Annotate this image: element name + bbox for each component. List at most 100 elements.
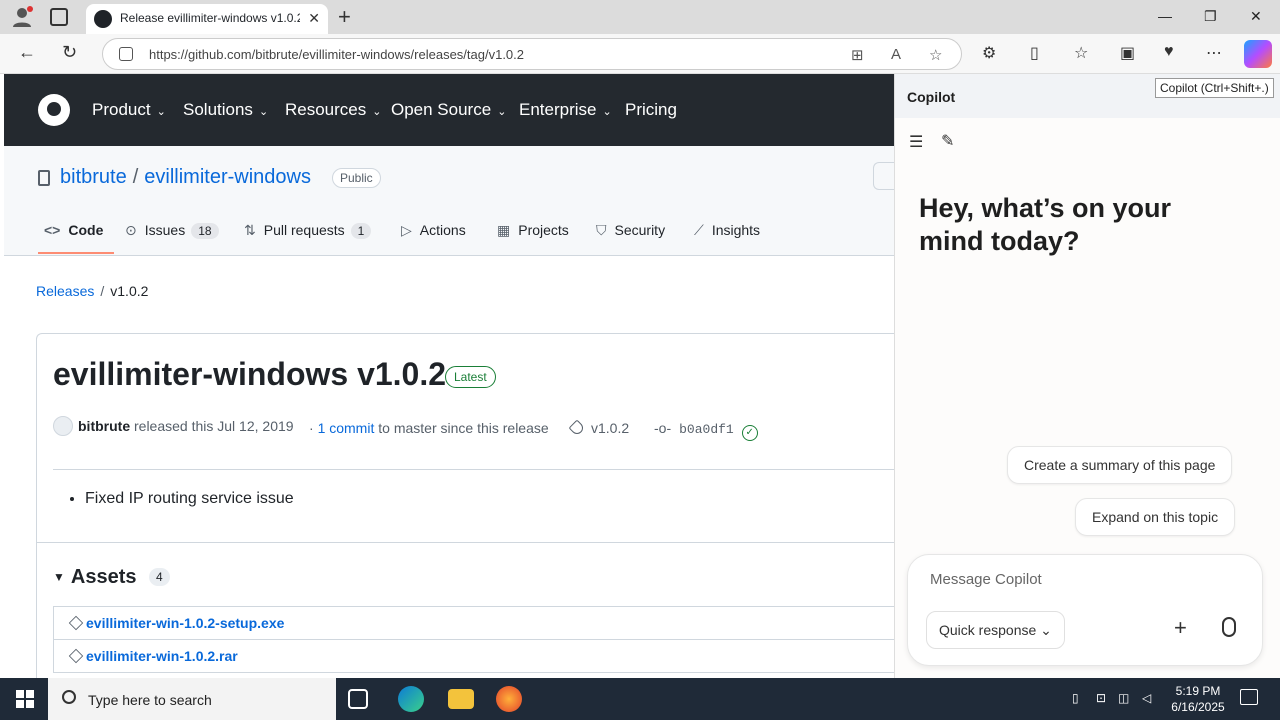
nav-product[interactable]: Product ⌄ <box>92 100 166 120</box>
chevron-down-icon: ⌄ <box>1040 622 1052 638</box>
breadcrumb-releases-link[interactable]: Releases <box>36 283 94 299</box>
commits-link[interactable]: 1 commit <box>318 420 375 436</box>
asset-link[interactable]: evillimiter-win-1.0.2.rar <box>86 648 238 664</box>
tab-code[interactable]: <> Code <box>44 222 103 238</box>
tab-pull-requests[interactable]: ⇅ Pull requests 1 <box>244 222 372 239</box>
active-tab-underline <box>38 252 114 254</box>
settings-more-icon[interactable]: ⋯ <box>1206 43 1222 63</box>
minimize-icon[interactable]: — <box>1158 8 1172 24</box>
repo-name-link[interactable]: evillimiter-windows <box>144 166 311 188</box>
back-icon[interactable]: ← <box>18 42 36 63</box>
tab-actions[interactable]: ▷ Actions <box>401 222 466 239</box>
suggestion-summary-button[interactable]: Create a summary of this page <box>1007 446 1233 484</box>
nav-pricing[interactable]: Pricing <box>625 100 677 120</box>
repo-header: bitbrute / evillimiter-windows Public <> Co… <box>4 146 897 256</box>
commits-meta: · 1 commit to master since this release <box>309 420 549 436</box>
refresh-icon[interactable]: ↻ <box>62 42 77 63</box>
breadcrumb-current: v1.0.2 <box>110 283 149 299</box>
repo-title: bitbrute / evillimiter-windows <box>60 166 311 188</box>
issues-count: 18 <box>191 223 219 239</box>
system-clock[interactable]: 5:19 PM 6/16/2025 <box>1168 683 1228 715</box>
taskbar-search-input[interactable]: Type here to search <box>88 692 212 708</box>
site-info-icon[interactable] <box>119 47 133 61</box>
package-icon <box>68 648 84 664</box>
nav-resources[interactable]: Resources ⌄ <box>285 100 381 120</box>
tab-issues[interactable]: ⊙ Issues 18 <box>125 222 219 239</box>
app-available-icon[interactable]: ⊞ <box>851 46 864 64</box>
assets-count: 4 <box>149 568 170 586</box>
nav-open-source[interactable]: Open Source ⌄ <box>391 100 506 120</box>
file-explorer-icon[interactable] <box>448 689 474 709</box>
windows-start-icon[interactable] <box>16 690 34 708</box>
assets-toggle[interactable]: ▼ Assets <box>53 566 137 589</box>
asset-row[interactable]: evillimiter-win-1.0.2-setup.exe <box>53 607 895 640</box>
firefox-icon[interactable] <box>496 686 522 712</box>
battery-icon[interactable]: ▯ <box>1072 691 1079 705</box>
shield-icon: ⛉ <box>596 222 607 238</box>
divider <box>37 542 895 543</box>
release-meta: bitbrute released this Jul 12, 2019 <box>78 418 294 434</box>
copilot-title: Copilot <box>907 89 956 105</box>
extensions-icon[interactable]: ⚙ <box>982 43 996 63</box>
avatar[interactable] <box>53 416 73 436</box>
message-input[interactable]: Message Copilot <box>930 571 1042 588</box>
copilot-message-box[interactable]: Message Copilot Quick response ⌄ + <box>907 554 1263 666</box>
restore-icon[interactable]: ❐ <box>1204 8 1217 25</box>
suggestion-expand-button[interactable]: Expand on this topic <box>1075 498 1236 536</box>
copilot-body: ☰ ✎ Hey, what’s on your mind today? Crea… <box>895 118 1280 678</box>
split-screen-icon[interactable]: ▯ <box>1030 43 1039 63</box>
microphone-icon[interactable] <box>1222 617 1236 637</box>
address-bar[interactable]: https://github.com/bitbrute/evillimiter-… <box>102 38 962 70</box>
nav-solutions[interactable]: Solutions ⌄ <box>183 100 268 120</box>
table-icon: ▦ <box>497 222 511 238</box>
close-tab-icon[interactable]: ✕ <box>308 10 320 27</box>
repo-owner-link[interactable]: bitbrute <box>60 166 127 188</box>
new-chat-icon[interactable]: ✎ <box>941 131 954 151</box>
divider <box>53 469 895 470</box>
wifi-icon[interactable]: ◫ <box>1118 691 1129 705</box>
nav-enterprise[interactable]: Enterprise ⌄ <box>519 100 612 120</box>
asset-link[interactable]: evillimiter-win-1.0.2-setup.exe <box>86 615 284 631</box>
github-favicon-icon <box>94 10 112 28</box>
volume-icon[interactable]: ◁ <box>1142 691 1151 705</box>
release-notes: Fixed IP routing service issue <box>85 490 294 508</box>
close-window-icon[interactable]: ✕ <box>1250 8 1262 25</box>
release-note-item: Fixed IP routing service issue <box>85 490 294 508</box>
collections-icon[interactable]: ▣ <box>1120 43 1135 63</box>
tab-projects[interactable]: ▦ Projects <box>497 222 569 239</box>
tag-meta[interactable]: v1.0.2 <box>568 419 629 437</box>
task-view-icon[interactable] <box>348 689 368 709</box>
chevron-down-icon: ⌄ <box>497 106 507 118</box>
tab-actions-icon[interactable] <box>50 8 68 26</box>
notification-center-icon[interactable] <box>1240 689 1258 705</box>
favorites-icon[interactable]: ☆ <box>1074 43 1088 63</box>
triangle-down-icon: ▼ <box>53 570 65 584</box>
release-title: evillimiter-windows v1.0.2 <box>53 356 447 392</box>
profile-icon[interactable] <box>10 5 34 29</box>
new-tab-icon[interactable]: + <box>338 4 351 30</box>
windows-taskbar: Type here to search ▯ ⊡ ◫ ◁ 5:19 PM 6/16… <box>0 678 1280 720</box>
taskbar-search[interactable]: Type here to search <box>48 678 336 720</box>
browser-tab-active[interactable]: Release evillimiter-windows v1.0.2 ✕ <box>86 4 328 34</box>
response-mode-select[interactable]: Quick response ⌄ <box>926 611 1065 649</box>
url-text[interactable]: https://github.com/bitbrute/evillimiter-… <box>149 47 524 62</box>
browser-essentials-icon[interactable]: ♥ <box>1164 43 1174 61</box>
issue-circle-icon: ⊙ <box>125 222 137 238</box>
menu-icon[interactable]: ☰ <box>909 132 923 152</box>
network-status-icon[interactable]: ⊡ <box>1096 691 1106 705</box>
read-aloud-icon[interactable]: A <box>891 46 901 63</box>
favorite-star-icon[interactable]: ☆ <box>929 46 942 64</box>
browser-tab-title: Release evillimiter-windows v1.0.2 <box>120 11 300 25</box>
asset-row[interactable]: evillimiter-win-1.0.2.rar <box>53 640 895 673</box>
copilot-icon[interactable] <box>1244 40 1272 68</box>
copilot-greeting: Hey, what’s on your mind today? <box>919 193 1172 256</box>
edge-browser-icon[interactable] <box>398 686 424 712</box>
author-link[interactable]: bitbrute <box>78 418 130 434</box>
commit-sha-meta[interactable]: -o-b0a0df1 ✓ <box>654 420 758 441</box>
github-logo-icon[interactable] <box>38 94 70 126</box>
tab-insights[interactable]: ⟋ Insights <box>694 222 760 239</box>
chevron-down-icon: ⌄ <box>372 106 382 118</box>
tab-security[interactable]: ⛉ Security <box>596 222 665 239</box>
add-icon[interactable]: + <box>1174 615 1187 641</box>
verified-check-icon[interactable]: ✓ <box>741 425 758 441</box>
